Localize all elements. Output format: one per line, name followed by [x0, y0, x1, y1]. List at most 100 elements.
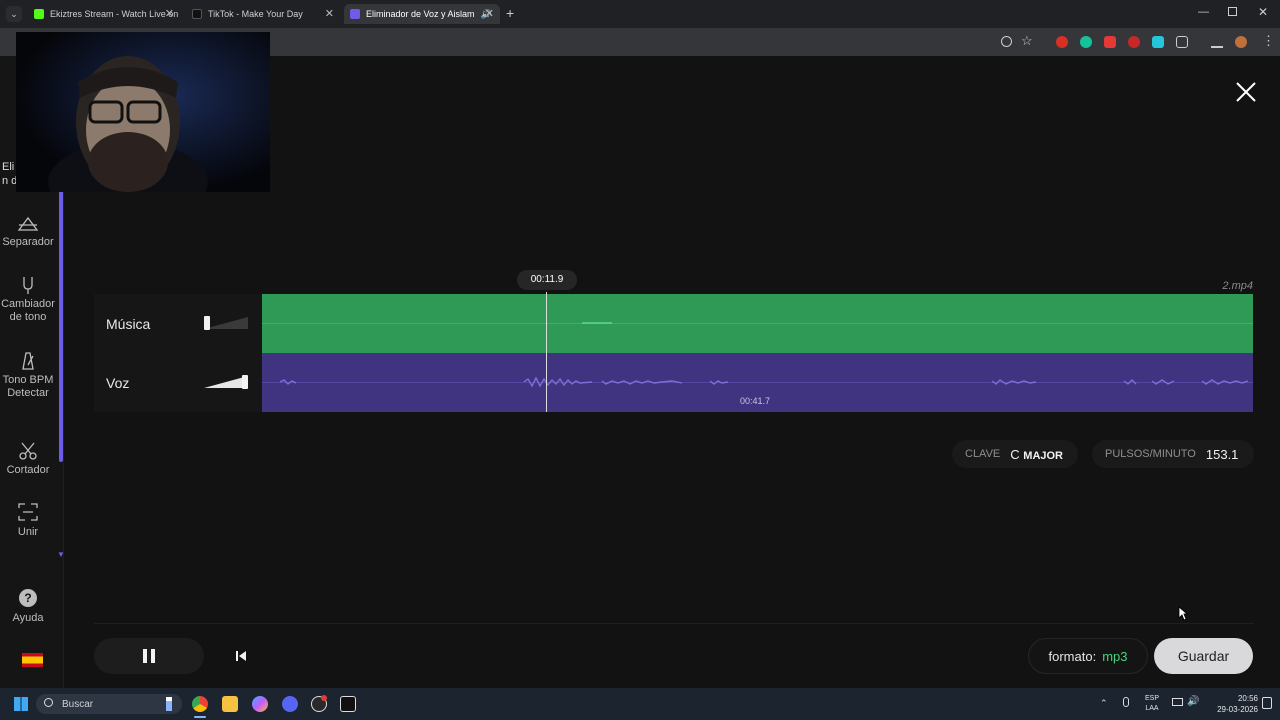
save-button[interactable]: Guardar — [1154, 638, 1253, 674]
voz-time-marker: 00:41.7 — [740, 396, 771, 406]
skip-to-start-icon[interactable] — [232, 647, 250, 665]
merge-icon — [18, 503, 38, 521]
extension-icon[interactable] — [1056, 36, 1068, 48]
minimize-icon[interactable]: — — [1198, 6, 1209, 18]
bpm-display: PULSOS/MINUTO 153.1 — [1092, 440, 1254, 468]
tab-title: Eliminador de Voz y Aislam — [366, 9, 475, 19]
musica-waveform[interactable] — [262, 294, 1253, 353]
copilot-icon[interactable] — [252, 696, 268, 712]
tray-overflow-icon[interactable]: ⌃ — [1100, 698, 1108, 709]
pause-icon — [143, 649, 155, 663]
scissors-icon — [19, 442, 37, 460]
extension-icon[interactable] — [1128, 36, 1140, 48]
adblock-icon[interactable] — [1104, 36, 1116, 48]
tab-ekiztres[interactable]: Ekiztres Stream - Watch Live on ✕ — [28, 4, 180, 24]
close-window-icon[interactable]: ✕ — [1258, 5, 1268, 19]
sidebar-item-cortador[interactable]: Cortador — [0, 442, 56, 477]
sidebar-item-tono-bpm[interactable]: Tono BPM Detectar — [0, 352, 56, 400]
puzzle-icon[interactable] — [1176, 36, 1188, 48]
sidebar-item-label: Cortador — [6, 464, 50, 476]
bpm-label: PULSOS/MINUTO — [1105, 448, 1196, 460]
key-note: C — [1010, 446, 1020, 462]
chrome-icon[interactable] — [192, 696, 208, 712]
file-name: 2.mp4 — [1222, 280, 1253, 292]
sidebar-item-ayuda[interactable]: ? Ayuda — [0, 588, 56, 625]
capcut-icon[interactable] — [340, 696, 356, 712]
track-name: Música — [106, 316, 151, 332]
format-selector[interactable]: formato: mp3 — [1028, 638, 1148, 674]
translate-icon[interactable] — [1152, 36, 1164, 48]
bpm-value: 153.1 — [1205, 446, 1239, 462]
close-tab-icon[interactable]: ✕ — [325, 7, 334, 20]
tuning-fork-icon — [23, 277, 33, 294]
mouse-cursor-icon — [1178, 606, 1188, 621]
file-explorer-icon[interactable] — [222, 696, 238, 712]
key-label: CLAVE — [965, 448, 1001, 460]
clock-date: 29-03-2026 — [1217, 705, 1258, 714]
sidebar-item-cambiador-de-tono[interactable]: Cambiador de tono — [0, 276, 56, 324]
scroll-down-icon[interactable]: ▼ — [57, 550, 65, 559]
clock-time: 20:56 — [1237, 694, 1258, 703]
taskbar-active-indicator — [194, 716, 206, 718]
search-icon — [44, 698, 53, 707]
windows-start-icon[interactable] — [14, 697, 28, 711]
tab-search-icon[interactable]: ⌄ — [6, 6, 22, 22]
sidebar-scrollbar[interactable] — [59, 190, 63, 462]
network-icon[interactable] — [1172, 698, 1183, 706]
search-placeholder: Buscar — [62, 698, 94, 710]
streamer-webcam-image — [16, 32, 270, 192]
discord-icon[interactable] — [282, 696, 298, 712]
musica-waveform-graphic — [262, 322, 1253, 324]
key-value: C MAJOR — [1010, 447, 1063, 462]
new-tab-icon[interactable]: + — [506, 5, 514, 21]
tab-tiktok[interactable]: TikTok - Make Your Day ✕ — [186, 4, 340, 24]
taskbar-search[interactable]: Buscar — [36, 694, 182, 714]
tab-title: Ekiztres Stream - Watch Live on — [50, 9, 179, 19]
sidebar-item-unir[interactable]: Unir — [0, 502, 56, 539]
language-top: ESP — [1144, 695, 1159, 702]
taskbar-clock[interactable]: 20:56 29-03-2026 — [1202, 693, 1258, 715]
playhead[interactable] — [546, 292, 547, 412]
sidebar-item-separador[interactable]: Separador — [0, 216, 56, 249]
tab-eliminador[interactable]: Eliminador de Voz y Aislam 🔊 ✕ — [344, 4, 500, 24]
close-tab-icon[interactable]: ✕ — [485, 7, 494, 20]
track-header-musica: Música — [94, 294, 262, 353]
divider — [94, 623, 1254, 624]
zoom-icon[interactable] — [1001, 36, 1012, 47]
profile-avatar[interactable] — [1235, 36, 1247, 48]
language-indicator[interactable]: ESP LAA — [1140, 694, 1164, 714]
download-icon[interactable] — [1211, 36, 1223, 48]
playhead-time: 00:11.9 — [517, 270, 577, 290]
volume-icon[interactable]: 🔊 — [1187, 696, 1199, 707]
grammarly-icon[interactable] — [1080, 36, 1092, 48]
menu-dots-icon[interactable]: ⋮ — [1262, 33, 1275, 49]
kick-favicon-icon — [34, 9, 44, 19]
sidebar-item-label: Cambiador de tono — [1, 298, 55, 323]
close-icon[interactable] — [1234, 80, 1258, 104]
notifications-icon[interactable] — [1262, 697, 1272, 709]
language-bottom: LAA — [1145, 705, 1159, 712]
tiktok-favicon-icon — [192, 9, 202, 19]
pause-button[interactable] — [94, 638, 204, 674]
microphone-icon[interactable] — [1123, 697, 1129, 707]
key-mode: MAJOR — [1023, 449, 1064, 462]
metronome-icon — [22, 352, 34, 370]
close-tab-icon[interactable]: ✕ — [165, 7, 174, 20]
key-display: CLAVE C MAJOR — [952, 440, 1078, 468]
track-header-voz: Voz — [94, 353, 262, 412]
vocal-remover-favicon-icon — [350, 9, 360, 19]
spain-flag-icon[interactable] — [22, 653, 43, 667]
format-label: formato: — [1048, 648, 1097, 664]
volume-slider-voz[interactable] — [204, 375, 248, 389]
separator-icon — [17, 216, 39, 231]
restore-icon[interactable] — [1228, 7, 1237, 16]
bookmark-star-icon[interactable]: ☆ — [1021, 33, 1033, 49]
sidebar-item-label: Tono BPM Detectar — [2, 374, 54, 399]
webcam-overlay — [16, 32, 270, 192]
format-value: mp3 — [1102, 648, 1128, 664]
browser-tab-bar: ⌄ Ekiztres Stream - Watch Live on ✕ TikT… — [0, 0, 1280, 28]
track-name: Voz — [106, 375, 130, 391]
help-icon: ? — [19, 589, 37, 607]
lighthouse-icon — [166, 697, 172, 711]
volume-slider-musica[interactable] — [204, 316, 248, 330]
